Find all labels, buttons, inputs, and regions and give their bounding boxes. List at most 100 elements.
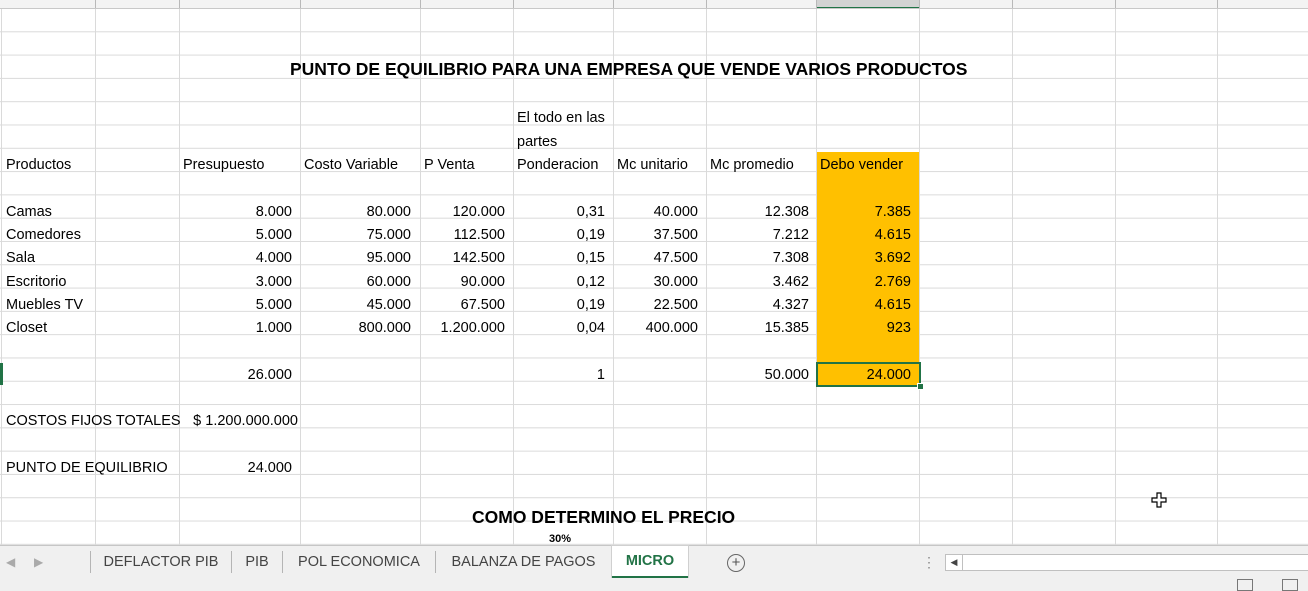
- cell-mc-promedio[interactable]: 3.462: [707, 271, 809, 294]
- fill-handle[interactable]: [917, 383, 924, 390]
- cell-mc-unitario[interactable]: 30.000: [614, 271, 698, 294]
- column-separator[interactable]: [420, 0, 421, 8]
- sheet-title[interactable]: PUNTO DE EQUILIBRIO PARA UNA EMPRESA QUE…: [290, 58, 967, 81]
- total-presupuesto[interactable]: 26.000: [180, 364, 292, 387]
- cell-costo-variable[interactable]: 60.000: [301, 271, 411, 294]
- cell-mc-unitario[interactable]: 40.000: [614, 201, 698, 224]
- cell-debo-vender[interactable]: 2.769: [817, 271, 911, 294]
- header-presupuesto[interactable]: Presupuesto: [183, 154, 264, 177]
- normal-view-icon[interactable]: [1237, 579, 1253, 591]
- cell-producto[interactable]: Camas: [6, 201, 52, 224]
- column-separator[interactable]: [179, 0, 180, 8]
- cell-presupuesto[interactable]: 5.000: [180, 294, 292, 317]
- cell-debo-vender[interactable]: 4.615: [817, 294, 911, 317]
- tab-scroll-right-icon[interactable]: ▶: [34, 546, 43, 578]
- column-separator[interactable]: [706, 0, 707, 8]
- cell-presupuesto[interactable]: 1.000: [180, 317, 292, 340]
- cell-mc-promedio[interactable]: 12.308: [707, 201, 809, 224]
- cell-p-venta[interactable]: 90.000: [421, 271, 505, 294]
- cell-mc-unitario[interactable]: 22.500: [614, 294, 698, 317]
- precio-title[interactable]: COMO DETERMINO EL PRECIO: [472, 506, 735, 529]
- cell-p-venta[interactable]: 112.500: [421, 224, 505, 247]
- header-ponderacion[interactable]: Ponderacion: [517, 154, 598, 177]
- note-line-2[interactable]: partes: [517, 131, 557, 154]
- cell-producto[interactable]: Muebles TV: [6, 294, 83, 317]
- cell-p-venta[interactable]: 1.200.000: [421, 317, 505, 340]
- header-p-venta[interactable]: P Venta: [424, 154, 475, 177]
- column-separator[interactable]: [613, 0, 614, 8]
- cell-mc-promedio[interactable]: 4.327: [707, 294, 809, 317]
- punto-equilibrio-value[interactable]: 24.000: [180, 457, 292, 480]
- total-ponderacion[interactable]: 1: [514, 364, 605, 387]
- punto-equilibrio-label[interactable]: PUNTO DE EQUILIBRIO: [6, 457, 168, 480]
- cell-costo-variable[interactable]: 80.000: [301, 201, 411, 224]
- horizontal-scrollbar[interactable]: ◀: [945, 554, 1308, 571]
- column-header-bar[interactable]: [0, 0, 1308, 9]
- cell-costo-variable[interactable]: 45.000: [301, 294, 411, 317]
- column-separator[interactable]: [1115, 0, 1116, 8]
- column-separator[interactable]: [300, 0, 301, 8]
- cell-debo-vender[interactable]: 4.615: [817, 224, 911, 247]
- cell-debo-vender[interactable]: 923: [817, 317, 911, 340]
- tab-splitter-icon[interactable]: ⋮: [922, 546, 936, 578]
- column-separator[interactable]: [1217, 0, 1218, 8]
- cell-mc-unitario[interactable]: 37.500: [614, 224, 698, 247]
- sheet-tab-bar: ◀ ▶ DEFLACTOR PIB PIB POL ECONOMICA BALA…: [0, 545, 1308, 579]
- cell-ponderacion[interactable]: 0,04: [514, 317, 605, 340]
- cell-mc-promedio[interactable]: 7.308: [707, 247, 809, 270]
- tab-pol-economica[interactable]: POL ECONOMICA: [283, 551, 436, 573]
- cell-producto[interactable]: Comedores: [6, 224, 81, 247]
- row-selection-indicator: [0, 363, 3, 385]
- page-layout-view-icon[interactable]: [1282, 579, 1298, 591]
- header-debo-vender[interactable]: Debo vender: [820, 154, 903, 177]
- cell-producto[interactable]: Sala: [6, 247, 35, 270]
- tab-balanza-de-pagos[interactable]: BALANZA DE PAGOS: [436, 551, 611, 573]
- tab-pib[interactable]: PIB: [232, 551, 283, 573]
- precio-partial-value[interactable]: 30%: [549, 532, 571, 545]
- cell-presupuesto[interactable]: 5.000: [180, 224, 292, 247]
- scroll-left-arrow-icon[interactable]: ◀: [946, 555, 963, 570]
- column-separator[interactable]: [95, 0, 96, 8]
- cell-ponderacion[interactable]: 0,31: [514, 201, 605, 224]
- cell-presupuesto[interactable]: 4.000: [180, 247, 292, 270]
- cell-mc-unitario[interactable]: 47.500: [614, 247, 698, 270]
- cell-p-venta[interactable]: 120.000: [421, 201, 505, 224]
- add-sheet-icon[interactable]: +: [727, 554, 745, 572]
- cell-ponderacion[interactable]: 0,12: [514, 271, 605, 294]
- tab-deflactor-pib[interactable]: DEFLACTOR PIB: [91, 551, 232, 573]
- tab-scroll-left-icon[interactable]: ◀: [6, 546, 15, 578]
- cell-p-venta[interactable]: 67.500: [421, 294, 505, 317]
- cell-ponderacion[interactable]: 0,19: [514, 294, 605, 317]
- tab-micro[interactable]: MICRO: [612, 546, 688, 579]
- cell-debo-vender[interactable]: 3.692: [817, 247, 911, 270]
- cell-mc-promedio[interactable]: 15.385: [707, 317, 809, 340]
- column-separator[interactable]: [919, 0, 920, 8]
- cell-ponderacion[interactable]: 0,19: [514, 224, 605, 247]
- costos-fijos-value[interactable]: $ 1.200.000.000: [180, 410, 298, 433]
- cell-producto[interactable]: Closet: [6, 317, 47, 340]
- header-productos[interactable]: Productos: [6, 154, 71, 177]
- cell-presupuesto[interactable]: 3.000: [180, 271, 292, 294]
- status-bar: [0, 578, 1308, 591]
- costos-fijos-label[interactable]: COSTOS FIJOS TOTALES: [6, 410, 181, 433]
- column-separator[interactable]: [513, 0, 514, 8]
- column-separator[interactable]: [1012, 0, 1013, 8]
- cell-debo-vender[interactable]: 7.385: [817, 201, 911, 224]
- cell-presupuesto[interactable]: 8.000: [180, 201, 292, 224]
- active-cell-selection[interactable]: [816, 362, 924, 390]
- note-line-1[interactable]: El todo en las: [517, 107, 605, 130]
- cell-costo-variable[interactable]: 800.000: [301, 317, 411, 340]
- cell-mc-promedio[interactable]: 7.212: [707, 224, 809, 247]
- total-mc-promedio[interactable]: 50.000: [707, 364, 809, 387]
- cell-ponderacion[interactable]: 0,15: [514, 247, 605, 270]
- header-mc-promedio[interactable]: Mc promedio: [710, 154, 794, 177]
- cell-p-venta[interactable]: 142.500: [421, 247, 505, 270]
- cell-producto[interactable]: Escritorio: [6, 271, 66, 294]
- cell-costo-variable[interactable]: 95.000: [301, 247, 411, 270]
- header-mc-unitario[interactable]: Mc unitario: [617, 154, 688, 177]
- header-costo-variable[interactable]: Costo Variable: [304, 154, 398, 177]
- cell-mc-unitario[interactable]: 400.000: [614, 317, 698, 340]
- column-separator[interactable]: [816, 0, 817, 8]
- selected-column-header[interactable]: [817, 0, 919, 8]
- cell-costo-variable[interactable]: 75.000: [301, 224, 411, 247]
